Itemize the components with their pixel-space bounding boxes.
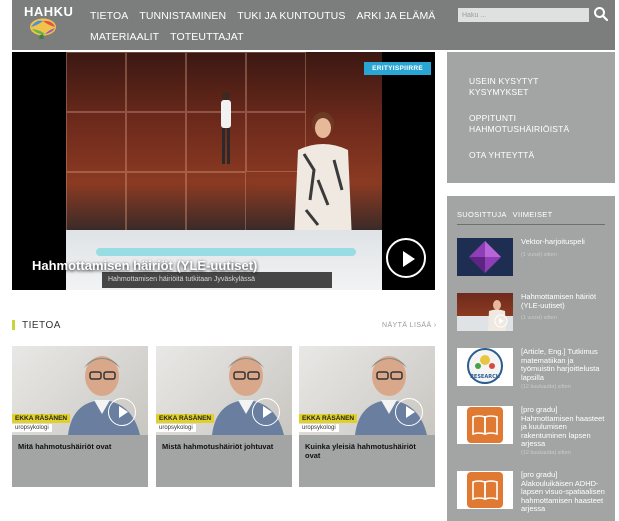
search-input[interactable] [458, 8, 589, 22]
video-card[interactable]: EKKA RÄSÄNEN uropsykologi Kuinka yleisiä… [299, 346, 435, 487]
research-icon: RESEARCH [467, 348, 503, 384]
nav-row-secondary: MATERIAALIT TOTEUTTAJAT [90, 27, 430, 47]
video-card-title[interactable]: Kuinka yleisiä hahmotushäiriöt ovat [305, 442, 431, 460]
speaker-name-caption: EKKA RÄSÄNEN [299, 414, 358, 423]
video-card-thumbnail: EKKA RÄSÄNEN uropsykologi [156, 346, 292, 435]
list-item[interactable]: Hahmottamisen häiriöt (YLE-uutiset) (1 v… [457, 292, 611, 337]
search-icon[interactable] [593, 6, 609, 22]
video-thumbnail-icon [488, 300, 508, 331]
popular-tabs: SUOSITTUJA VIIMEISET [457, 210, 552, 219]
video-card[interactable]: EKKA RÄSÄNEN uropsykologi Mistä hahmotus… [156, 346, 292, 487]
news-ticker: Hahmottamisen häiriöitä tutkitaan Jyväsk… [102, 272, 332, 288]
nav-item-toteuttajat[interactable]: TOTEUTTAJAT [170, 31, 243, 43]
nav-item-tuki-ja-kuntoutus[interactable]: TUKI JA KUNTOUTUS [237, 10, 345, 22]
site-header: HAHKU TIETOA TUNNISTAMINEN TUKI JA KUNTO… [12, 0, 615, 50]
tab-latest[interactable]: VIIMEISET [513, 210, 553, 219]
video-card-title[interactable]: Mistä hahmotushäiriöt johtuvat [162, 442, 288, 451]
post-thumbnail [457, 238, 513, 276]
nav-item-arki-ja-elama[interactable]: ARKI JA ELÄMÄ [356, 10, 435, 22]
post-title[interactable]: [pro gradu] Alakouluikäisen ADHD-lapsen … [521, 470, 609, 514]
research-label: RESEARCH [470, 374, 500, 380]
wall-tile [246, 52, 306, 112]
diamond-icon [469, 241, 501, 273]
link-contact[interactable]: OTA YHTEYTTÄ [469, 150, 593, 161]
play-button-icon[interactable] [386, 238, 426, 278]
video-card-thumbnail: EKKA RÄSÄNEN uropsykologi [299, 346, 435, 435]
post-title[interactable]: Hahmottamisen häiriöt (YLE-uutiset) [521, 292, 609, 310]
list-item[interactable]: [pro gradu] Alakouluikäisen ADHD-lapsen … [457, 470, 611, 515]
featured-video-title[interactable]: Hahmottamisen häiriöt (YLE-uutiset) [32, 258, 257, 273]
show-more-link[interactable]: NÄYTÄ LISÄÄ › [382, 322, 437, 329]
speaker-role-caption: uropsykologi [156, 424, 196, 432]
tab-divider [457, 224, 605, 225]
main-navigation: TIETOA TUNNISTAMINEN TUKI JA KUNTOUTUS A… [90, 6, 435, 48]
news-anchor-figure [294, 112, 352, 240]
wall-tile [66, 52, 126, 112]
section-accent-bar [12, 320, 15, 330]
video-card-title[interactable]: Mitä hahmotushäiriöt ovat [18, 442, 144, 451]
video-thumbnail [66, 52, 382, 290]
list-item[interactable]: [pro gradu] Hahmottamisen haasteet ja ku… [457, 405, 611, 456]
video-card[interactable]: EKKA RÄSÄNEN uropsykologi Mitä hahmotush… [12, 346, 148, 487]
post-time: (12 kuukautta) sitten [521, 384, 571, 390]
featured-badge: ERITYISPIIRRE [364, 62, 431, 75]
site-logo[interactable]: HAHKU [14, 2, 78, 48]
nav-row-primary: TIETOA TUNNISTAMINEN TUKI JA KUNTOUTUS A… [90, 6, 435, 26]
wall-tile [126, 172, 186, 232]
play-button-icon[interactable] [252, 398, 280, 426]
tab-popular[interactable]: SUOSITTUJA [457, 210, 507, 219]
nav-item-materiaalit[interactable]: MATERIAALIT [90, 31, 159, 43]
link-faq[interactable]: USEIN KYSYTYT KYSYMYKSET [469, 76, 593, 98]
wall-tile [126, 112, 186, 172]
book-icon [467, 407, 503, 443]
list-item[interactable]: RESEARCH [Article, Eng.] Tutkimus matema… [457, 347, 611, 392]
speaker-role-caption: uropsykologi [12, 424, 52, 432]
book-icon [467, 472, 503, 508]
speaker-role-caption: uropsykologi [299, 424, 339, 432]
wall-tile [66, 172, 126, 232]
play-button-icon[interactable] [395, 398, 423, 426]
brain-logo-icon [30, 18, 56, 39]
play-button-icon[interactable] [108, 398, 136, 426]
desk-light [96, 248, 356, 256]
post-thumbnail [457, 406, 513, 444]
wall-tile [66, 112, 126, 172]
post-thumbnail [457, 471, 513, 509]
nav-item-tunnistaminen[interactable]: TUNNISTAMINEN [139, 10, 226, 22]
speaker-name-caption: EKKA RÄSÄNEN [12, 414, 71, 423]
popular-posts-panel: SUOSITTUJA VIIMEISET Vektor-harjoituspel… [447, 196, 615, 521]
post-time: (1 vuosi) sitten [521, 252, 557, 258]
post-time: (1 vuosi) sitten [521, 315, 557, 321]
wall-tile [126, 52, 186, 112]
speaker-name-caption: EKKA RÄSÄNEN [156, 414, 215, 423]
quick-links-panel: USEIN KYSYTYT KYSYMYKSET OPPITUNTI HAHMO… [447, 52, 615, 183]
link-lesson[interactable]: OPPITUNTI HAHMOTUSHÄIRIÖISTÄ [469, 113, 593, 135]
list-item[interactable]: Vektor-harjoituspeli (1 vuosi) sitten [457, 237, 611, 282]
post-title[interactable]: [Article, Eng.] Tutkimus matematiikan ja… [521, 347, 609, 382]
post-thumbnail [457, 293, 513, 331]
nav-item-tietoa[interactable]: TIETOA [90, 10, 128, 22]
post-time: (12 kuukautta) sitten [521, 450, 571, 456]
section-title: TIETOA [22, 320, 61, 331]
post-title[interactable]: Vektor-harjoituspeli [521, 237, 609, 247]
post-title[interactable]: [pro gradu] Hahmottamisen haasteet ja ku… [521, 405, 609, 449]
walking-person-figure [221, 92, 231, 164]
wall-tile [186, 172, 246, 232]
featured-video[interactable]: ERITYISPIIRRE Hahmottamisen häiriöitä tu… [12, 52, 435, 290]
video-card-thumbnail: EKKA RÄSÄNEN uropsykologi [12, 346, 148, 435]
post-thumbnail: RESEARCH [457, 348, 513, 386]
